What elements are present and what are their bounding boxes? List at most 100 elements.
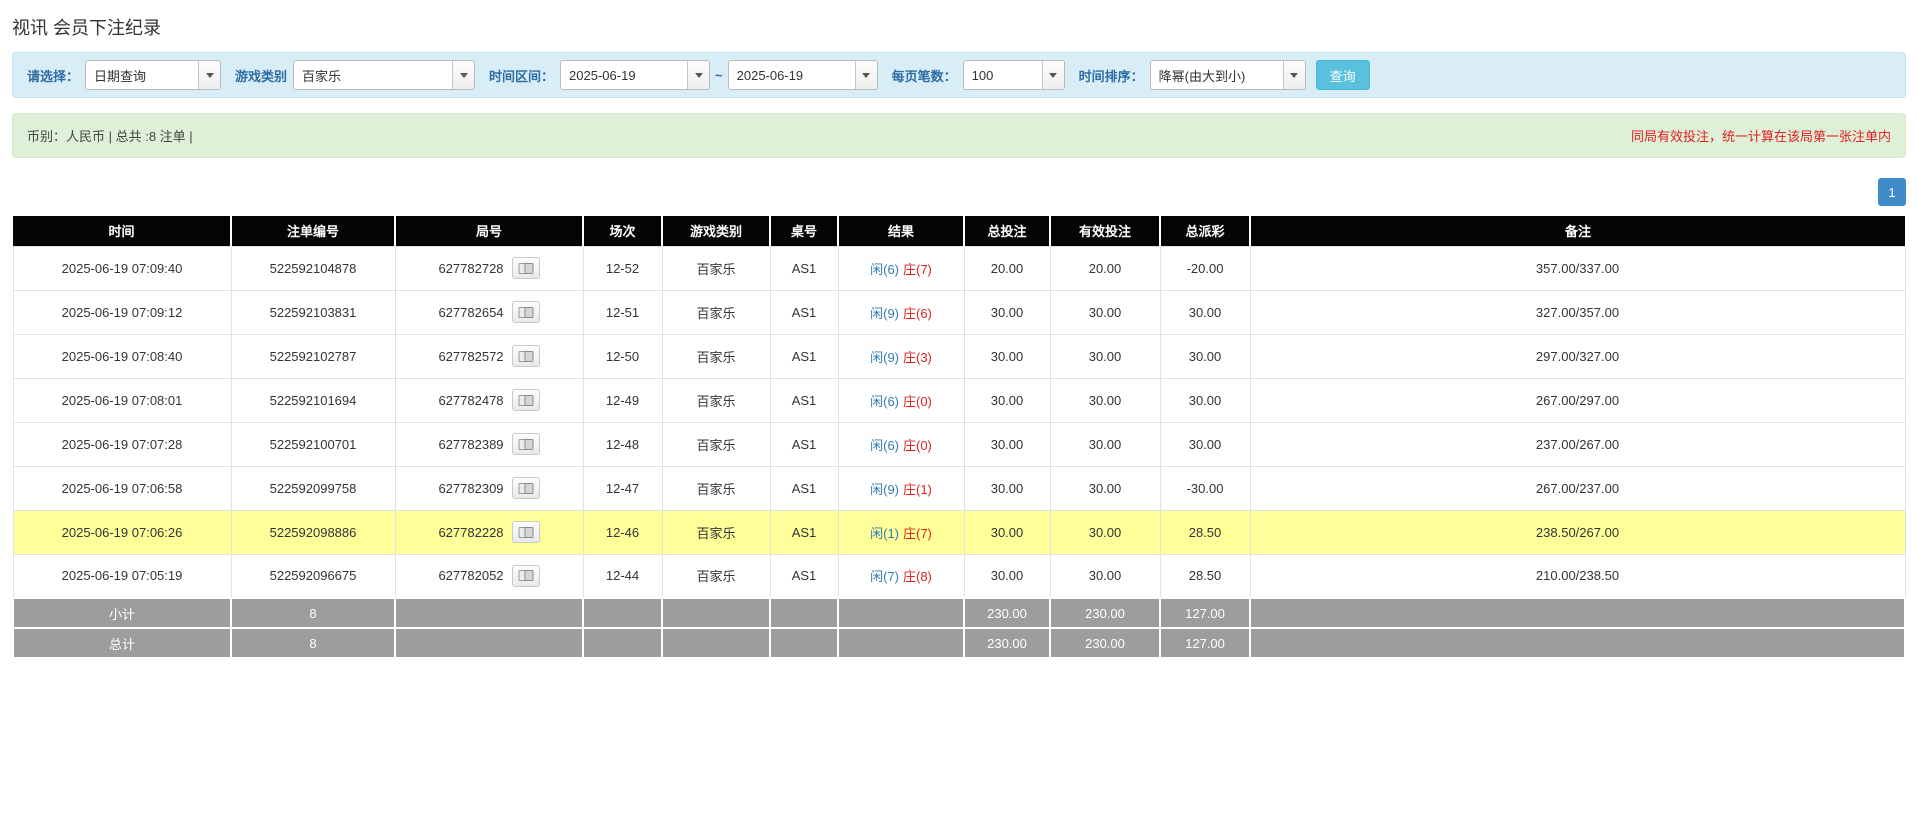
cell-bet-id: 522592102787 (231, 334, 395, 378)
chevron-down-icon[interactable] (452, 61, 474, 89)
chevron-down-icon[interactable] (855, 61, 877, 89)
cell-game-type: 百家乐 (662, 554, 770, 598)
total-empty-cell (1250, 628, 1905, 658)
sort-dropdown[interactable]: 降幂(由大到小) (1150, 60, 1306, 90)
view-cards-button[interactable] (512, 477, 540, 499)
table-header: 时间 注单编号 局号 场次 游戏类别 桌号 结果 总投注 有效投注 总派彩 备注 (13, 216, 1905, 246)
cell-remark: 327.00/357.00 (1250, 290, 1905, 334)
records-table: 时间 注单编号 局号 场次 游戏类别 桌号 结果 总投注 有效投注 总派彩 备注… (12, 216, 1906, 659)
cell-remark: 357.00/337.00 (1250, 246, 1905, 290)
chevron-down-icon[interactable] (1042, 61, 1064, 89)
cell-result: 闲(6)庄(0) (838, 422, 964, 466)
round-id-text: 627782389 (438, 437, 503, 452)
cell-round-id: 627782309 (395, 466, 583, 510)
header-bet-id: 注单编号 (231, 216, 395, 246)
page-title: 视讯 会员下注纪录 (12, 14, 1906, 40)
result-player: 闲(6) (870, 438, 899, 453)
cards-icon (518, 394, 534, 407)
cell-remark: 238.50/267.00 (1250, 510, 1905, 554)
cell-payout: -20.00 (1160, 246, 1250, 290)
total-empty-cell (838, 628, 964, 658)
cards-icon (518, 482, 534, 495)
date-to-value: 2025-06-19 (729, 61, 855, 89)
cards-icon (518, 438, 534, 451)
chevron-down-icon[interactable] (687, 61, 709, 89)
table-row: 2025-06-19 07:09:12 522592103831 6277826… (13, 290, 1905, 334)
result-banker: 庄(1) (903, 482, 932, 497)
search-button[interactable]: 查询 (1316, 60, 1370, 90)
header-total-bet: 总投注 (964, 216, 1050, 246)
cell-remark: 210.00/238.50 (1250, 554, 1905, 598)
total-row: 总计 8 230.00 230.00 127.00 (13, 628, 1905, 658)
cell-round-id: 627782572 (395, 334, 583, 378)
subtotal-valid-bet: 230.00 (1050, 598, 1160, 628)
sort-label: 时间排序： (1079, 66, 1144, 85)
subtotal-payout: 127.00 (1160, 598, 1250, 628)
filter-bar: 请选择： 日期查询 游戏类别 百家乐 时间区间： 2025-06-19 ~ 20… (12, 52, 1906, 98)
total-total-bet: 230.00 (964, 628, 1050, 658)
cell-round-id: 627782478 (395, 378, 583, 422)
view-cards-button[interactable] (512, 433, 540, 455)
cell-total-bet[interactable]: 20.00 (964, 246, 1050, 290)
cell-total-bet[interactable]: 30.00 (964, 554, 1050, 598)
game-type-dropdown[interactable]: 百家乐 (293, 60, 475, 90)
round-id-text: 627782728 (438, 261, 503, 276)
view-cards-button[interactable] (512, 521, 540, 543)
cell-total-bet[interactable]: 30.00 (964, 378, 1050, 422)
subtotal-empty-cell (770, 598, 838, 628)
chevron-down-icon[interactable] (1283, 61, 1305, 89)
page-container: 视讯 会员下注纪录 请选择： 日期查询 游戏类别 百家乐 时间区间： 2025-… (0, 0, 1918, 665)
header-payout: 总派彩 (1160, 216, 1250, 246)
date-from-picker[interactable]: 2025-06-19 (560, 60, 710, 90)
cell-table-no: AS1 (770, 510, 838, 554)
result-player: 闲(6) (870, 394, 899, 409)
round-id-text: 627782052 (438, 568, 503, 583)
result-banker: 庄(7) (903, 262, 932, 277)
result-banker: 庄(7) (903, 526, 932, 541)
query-type-dropdown[interactable]: 日期查询 (85, 60, 221, 90)
cell-round-id: 627782228 (395, 510, 583, 554)
cell-remark: 297.00/327.00 (1250, 334, 1905, 378)
cell-total-bet[interactable]: 30.00 (964, 466, 1050, 510)
header-valid-bet: 有效投注 (1050, 216, 1160, 246)
header-game-type: 游戏类别 (662, 216, 770, 246)
cell-time: 2025-06-19 07:09:40 (13, 246, 231, 290)
page-1-button[interactable]: 1 (1878, 178, 1906, 206)
cell-valid-bet: 30.00 (1050, 290, 1160, 334)
valid-bet-notice: 同局有效投注，统一计算在该局第一张注单内 (1631, 126, 1891, 145)
cell-time: 2025-06-19 07:07:28 (13, 422, 231, 466)
total-empty-cell (770, 628, 838, 658)
result-player: 闲(9) (870, 306, 899, 321)
cell-remark: 267.00/237.00 (1250, 466, 1905, 510)
cell-payout: 28.50 (1160, 510, 1250, 554)
round-id-text: 627782309 (438, 481, 503, 496)
cell-payout: 28.50 (1160, 554, 1250, 598)
select-label: 请选择： (27, 66, 79, 85)
cell-remark: 267.00/297.00 (1250, 378, 1905, 422)
view-cards-button[interactable] (512, 565, 540, 587)
view-cards-button[interactable] (512, 301, 540, 323)
result-player: 闲(1) (870, 526, 899, 541)
table-row-highlighted: 2025-06-19 07:06:26 522592098886 6277822… (13, 510, 1905, 554)
cell-total-bet[interactable]: 30.00 (964, 290, 1050, 334)
cell-total-bet[interactable]: 30.00 (964, 510, 1050, 554)
view-cards-button[interactable] (512, 389, 540, 411)
cards-icon (518, 526, 534, 539)
page-size-dropdown[interactable]: 100 (963, 60, 1065, 90)
header-session: 场次 (583, 216, 662, 246)
chevron-down-icon[interactable] (198, 61, 220, 89)
cell-session: 12-48 (583, 422, 662, 466)
cell-total-bet[interactable]: 30.00 (964, 334, 1050, 378)
cell-session: 12-50 (583, 334, 662, 378)
table-row: 2025-06-19 07:05:19 522592096675 6277820… (13, 554, 1905, 598)
view-cards-button[interactable] (512, 257, 540, 279)
cell-remark: 237.00/267.00 (1250, 422, 1905, 466)
view-cards-button[interactable] (512, 345, 540, 367)
cell-game-type: 百家乐 (662, 510, 770, 554)
date-to-picker[interactable]: 2025-06-19 (728, 60, 878, 90)
cell-game-type: 百家乐 (662, 246, 770, 290)
cell-payout: 30.00 (1160, 422, 1250, 466)
result-player: 闲(7) (870, 569, 899, 584)
cell-game-type: 百家乐 (662, 422, 770, 466)
cell-total-bet[interactable]: 30.00 (964, 422, 1050, 466)
